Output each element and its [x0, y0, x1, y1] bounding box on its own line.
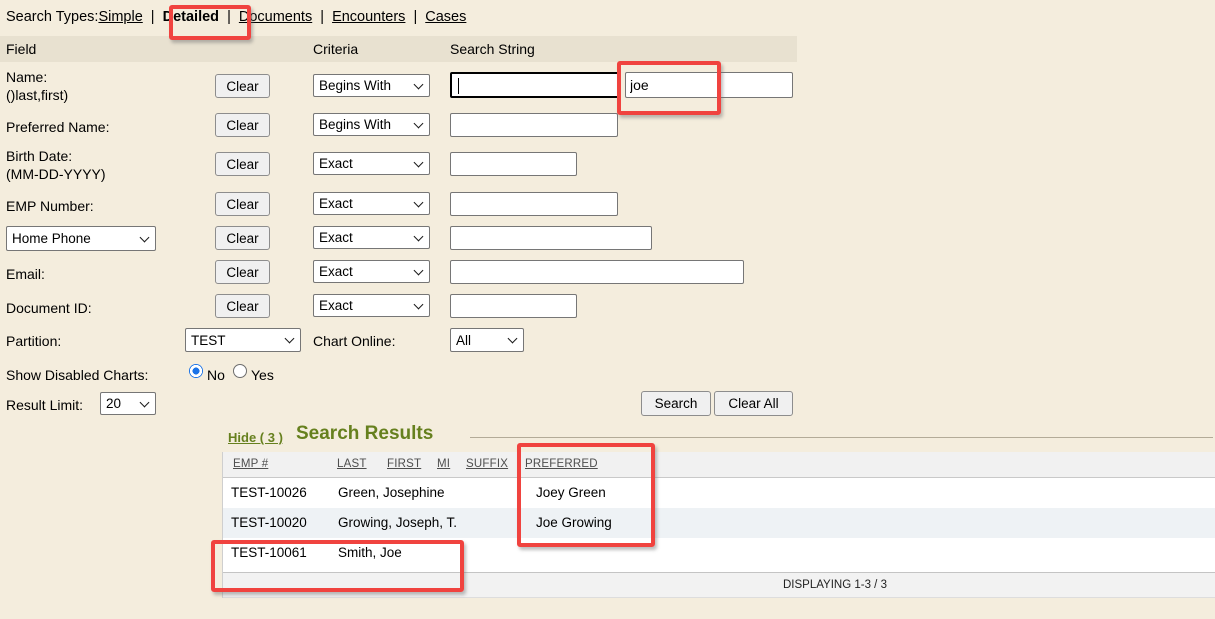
table-row[interactable]: TEST-10020 Growing, Joseph, T. Joe Growi… — [223, 508, 1215, 538]
cell-emp: TEST-10020 — [231, 508, 307, 538]
cell-name: Green, Josephine — [338, 478, 445, 508]
column-suffix[interactable]: SUFFIX — [466, 452, 508, 477]
clear-birth-date-button[interactable]: Clear — [215, 152, 270, 176]
tab-documents[interactable]: Documents — [239, 9, 312, 25]
cell-preferred: Joe Growing — [536, 508, 612, 538]
results-footer: DISPLAYING 1-3 / 3 — [223, 573, 1215, 598]
show-disabled-charts-label: Show Disabled Charts: — [6, 366, 148, 384]
chevron-down-icon — [508, 334, 518, 344]
chevron-down-icon — [414, 265, 424, 275]
email-criteria-select[interactable]: Exact — [313, 260, 430, 283]
nav-separator: | — [227, 9, 231, 25]
birth-date-criteria-select[interactable]: Exact — [313, 152, 430, 175]
emp-number-label: EMP Number: — [6, 197, 94, 215]
cell-emp: TEST-10061 — [231, 538, 307, 568]
chevron-down-icon — [414, 231, 424, 241]
hide-results-link[interactable]: Hide ( 3 ) — [228, 430, 283, 445]
phone-type-select[interactable]: Home Phone — [6, 226, 156, 251]
column-header-field: Field — [6, 36, 36, 62]
chevron-down-icon — [414, 299, 424, 309]
tab-detailed[interactable]: Detailed — [163, 9, 219, 25]
partition-select[interactable]: TEST — [185, 328, 301, 352]
chevron-down-icon — [140, 232, 150, 242]
column-header-criteria: Criteria — [313, 36, 358, 62]
name-label: Name: ()last,first) — [6, 68, 68, 104]
clear-phone-button[interactable]: Clear — [215, 226, 270, 250]
birth-date-label: Birth Date: (MM-DD-YYYY) — [6, 147, 106, 183]
radio-yes-label: Yes — [251, 366, 274, 384]
chevron-down-icon — [414, 79, 424, 89]
name-criteria-select[interactable]: Begins With — [313, 74, 430, 97]
column-mi[interactable]: MI — [437, 452, 450, 477]
partition-label: Partition: — [6, 332, 61, 350]
text-caret — [458, 78, 459, 94]
displaying-count: DISPLAYING 1-3 / 3 — [783, 573, 887, 598]
radio-no[interactable] — [189, 364, 203, 378]
column-emp[interactable]: EMP # — [233, 452, 268, 477]
clear-name-button[interactable]: Clear — [215, 74, 270, 98]
result-limit-select[interactable]: 20 — [100, 392, 156, 415]
emp-number-criteria-select[interactable]: Exact — [313, 192, 430, 215]
birth-date-input[interactable] — [450, 152, 577, 176]
results-legend-line — [470, 437, 1213, 438]
nav-separator: | — [413, 9, 417, 25]
document-id-label: Document ID: — [6, 299, 92, 317]
search-types-label: Search Types: — [6, 9, 98, 25]
search-results-title: Search Results — [296, 423, 433, 445]
table-row[interactable]: TEST-10061 Smith, Joe — [223, 538, 1215, 573]
cell-emp: TEST-10026 — [231, 478, 307, 508]
result-limit-label: Result Limit: — [6, 396, 83, 414]
phone-input[interactable] — [450, 226, 652, 250]
name-search-input-2[interactable] — [625, 72, 793, 98]
table-row[interactable]: TEST-10026 Green, Josephine Joey Green — [223, 478, 1215, 508]
cell-name: Smith, Joe — [338, 538, 402, 568]
tab-cases[interactable]: Cases — [425, 9, 466, 25]
radio-no-label: No — [207, 366, 225, 384]
radio-yes[interactable] — [233, 364, 247, 378]
results-table: EMP # LAST FIRST MI SUFFIX PREFERRED TES… — [222, 452, 1215, 598]
column-first[interactable]: FIRST — [387, 452, 421, 477]
results-table-header: EMP # LAST FIRST MI SUFFIX PREFERRED — [223, 452, 1215, 478]
email-input[interactable] — [450, 260, 744, 284]
column-last[interactable]: LAST — [337, 452, 367, 477]
form-column-header-band: Field Criteria Search String — [0, 36, 797, 62]
clear-all-button[interactable]: Clear All — [714, 391, 793, 416]
email-label: Email: — [6, 265, 45, 283]
emp-number-input[interactable] — [450, 192, 618, 216]
name-search-input[interactable] — [450, 72, 620, 98]
column-header-search-string: Search String — [450, 36, 535, 62]
clear-emp-number-button[interactable]: Clear — [215, 192, 270, 216]
nav-separator: | — [151, 9, 155, 25]
chart-online-label: Chart Online: — [313, 332, 395, 350]
phone-criteria-select[interactable]: Exact — [313, 226, 430, 249]
clear-email-button[interactable]: Clear — [215, 260, 270, 284]
clear-preferred-name-button[interactable]: Clear — [215, 113, 270, 137]
preferred-name-criteria-select[interactable]: Begins With — [313, 113, 430, 136]
document-id-criteria-select[interactable]: Exact — [313, 294, 430, 317]
cell-name: Growing, Joseph, T. — [338, 508, 457, 538]
document-id-input[interactable] — [450, 294, 577, 318]
nav-separator: | — [320, 9, 324, 25]
clear-document-id-button[interactable]: Clear — [215, 294, 270, 318]
preferred-name-label: Preferred Name: — [6, 118, 109, 136]
chevron-down-icon — [140, 397, 150, 407]
chart-online-select[interactable]: All — [450, 328, 524, 352]
tab-simple[interactable]: Simple — [98, 9, 142, 25]
patient-search-page: { "colors":{"page_bg":"#f4eddd","band_bg… — [0, 0, 1215, 619]
column-preferred[interactable]: PREFERRED — [525, 452, 598, 477]
cell-preferred: Joey Green — [536, 478, 606, 508]
search-button[interactable]: Search — [641, 391, 711, 416]
chevron-down-icon — [414, 197, 424, 207]
preferred-name-input[interactable] — [450, 113, 618, 137]
tab-encounters[interactable]: Encounters — [332, 9, 405, 25]
chevron-down-icon — [414, 157, 424, 167]
chevron-down-icon — [414, 118, 424, 128]
search-types-bar: Search Types:Simple | Detailed | Documen… — [6, 9, 466, 25]
chevron-down-icon — [285, 334, 295, 344]
